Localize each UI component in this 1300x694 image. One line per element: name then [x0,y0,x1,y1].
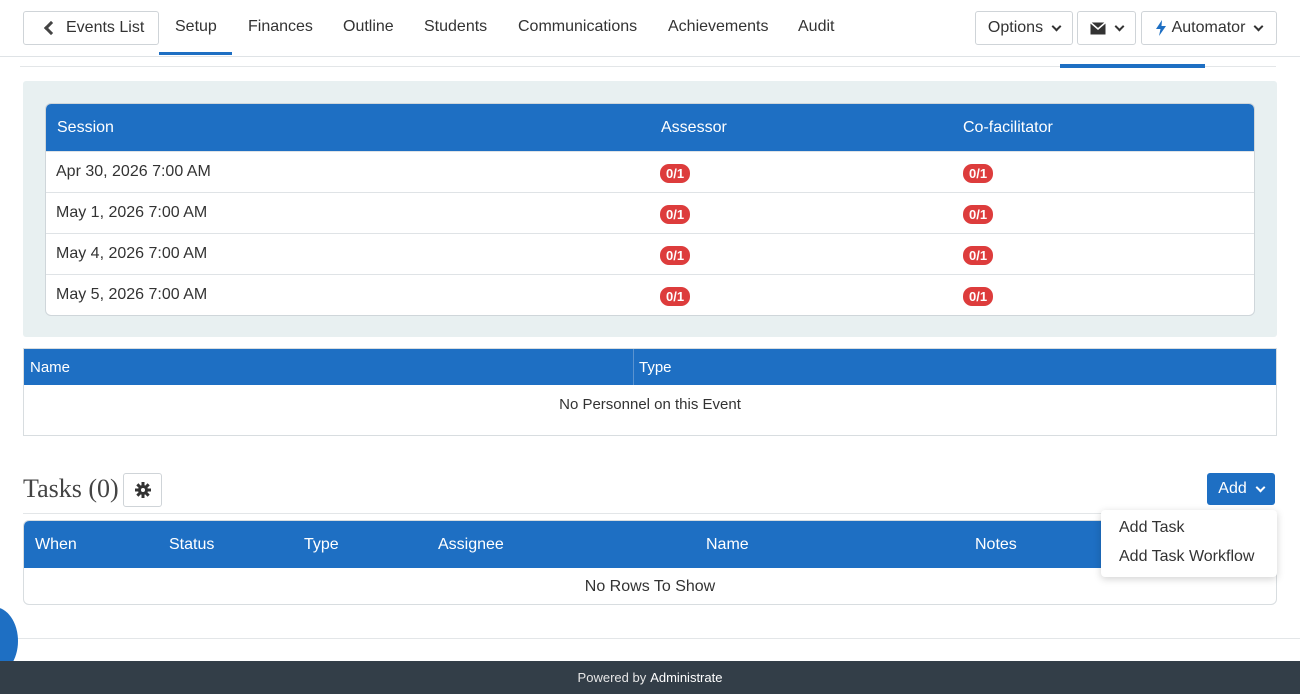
table-row: May 1, 2026 7:00 AM 0/1 0/1 [46,192,1254,233]
tab-setup-active-indicator [159,52,232,55]
menu-item-add-task-workflow[interactable]: Add Task Workflow [1119,548,1254,566]
lightning-bolt-icon [1155,20,1166,36]
cofacilitator-count-badge[interactable]: 0/1 [963,205,994,224]
table-row: May 5, 2026 7:00 AM 0/1 0/1 [46,274,1254,315]
sub-tab-active-indicator [1060,64,1205,68]
tab-achievements[interactable]: Achievements [668,18,769,36]
tab-audit[interactable]: Audit [798,18,834,36]
column-header-type[interactable]: Type [639,359,672,376]
events-list-label: Events List [66,19,145,36]
column-header-assignee[interactable]: Assignee [438,536,504,554]
column-header-status[interactable]: Status [169,536,214,554]
tab-setup[interactable]: Setup [175,18,217,36]
table-row: Apr 30, 2026 7:00 AM 0/1 0/1 [46,151,1254,192]
footer-brand: Administrate [650,670,723,685]
footer-prefix: Powered by [577,670,647,685]
top-navigation: Events List Setup Finances Outline Stude… [0,0,1300,57]
personnel-empty-message: No Personnel on this Event [559,396,741,413]
automator-dropdown-button[interactable]: Automator [1141,11,1277,45]
column-header-cofacilitator[interactable]: Co-facilitator [963,119,1053,137]
column-header-notes[interactable]: Notes [975,536,1017,554]
chevron-left-icon [43,20,59,36]
column-header-assessor[interactable]: Assessor [661,119,727,137]
email-dropdown-button[interactable] [1077,11,1136,45]
envelope-icon [1090,21,1106,34]
personnel-table-header: Name Type [24,349,1276,385]
add-dropdown-menu: Add Task Add Task Workflow [1101,510,1277,577]
automator-label: Automator [1171,19,1246,36]
gear-icon [134,482,151,498]
assessor-count-badge[interactable]: 0/1 [660,287,691,306]
tasks-divider [23,513,1277,514]
chevron-down-icon [1253,21,1264,31]
personnel-table: Name Type No Personnel on this Event [23,348,1277,436]
tab-communications[interactable]: Communications [518,18,637,36]
session-date: May 5, 2026 7:00 AM [56,286,208,303]
chevron-down-icon [1051,21,1062,31]
content-bottom-divider [0,638,1300,639]
chevron-down-icon [1255,482,1266,492]
table-row: May 4, 2026 7:00 AM 0/1 0/1 [46,233,1254,274]
session-date: Apr 30, 2026 7:00 AM [56,163,211,180]
cofacilitator-count-badge[interactable]: 0/1 [963,246,994,265]
add-dropdown-button[interactable]: Add [1207,473,1275,505]
tasks-settings-button[interactable] [123,473,162,507]
cofacilitator-count-badge[interactable]: 0/1 [963,164,994,183]
tasks-table: When Status Type Assignee Name Notes No … [23,520,1277,605]
menu-item-add-task[interactable]: Add Task [1119,519,1185,537]
column-header-when[interactable]: When [35,536,77,554]
footer: Powered by Administrate [0,661,1300,694]
session-date: May 1, 2026 7:00 AM [56,204,208,221]
tab-students[interactable]: Students [424,18,487,36]
tasks-empty-message: No Rows To Show [584,578,716,595]
tasks-heading: Tasks (0) [23,474,119,503]
assessor-count-badge[interactable]: 0/1 [660,164,691,183]
tab-finances[interactable]: Finances [248,18,313,36]
column-header-name[interactable]: Name [30,359,70,376]
tab-outline[interactable]: Outline [343,18,394,36]
session-date: May 4, 2026 7:00 AM [56,245,208,262]
sessions-table: Session Assessor Co-facilitator Apr 30, … [45,103,1255,316]
sessions-table-header: Session Assessor Co-facilitator [46,104,1254,151]
add-label: Add [1218,480,1247,497]
assessor-count-badge[interactable]: 0/1 [660,205,691,224]
column-divider [633,349,634,385]
column-header-type[interactable]: Type [304,536,339,554]
options-label: Options [987,19,1044,36]
chevron-down-icon [1114,21,1125,31]
events-list-back-button[interactable]: Events List [23,11,159,45]
cofacilitator-count-badge[interactable]: 0/1 [963,287,994,306]
column-header-name[interactable]: Name [706,536,749,554]
options-dropdown-button[interactable]: Options [975,11,1073,45]
tasks-table-header: When Status Type Assignee Name Notes [24,521,1276,568]
assessor-count-badge[interactable]: 0/1 [660,246,691,265]
column-header-session[interactable]: Session [57,119,114,137]
